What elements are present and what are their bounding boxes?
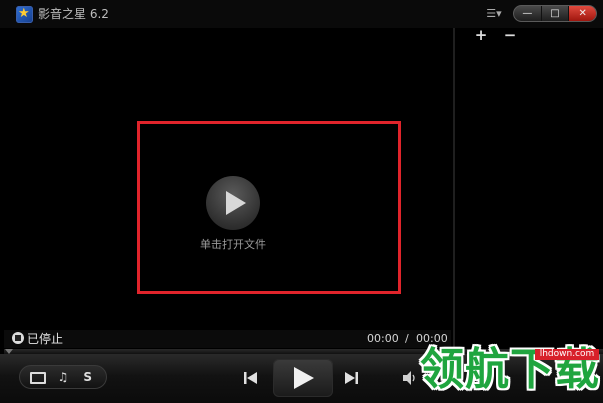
playlist-panel[interactable] [455,28,603,350]
highlight-box [137,121,401,294]
time-current: 00:00 [367,332,399,345]
previous-track-icon[interactable] [241,368,261,388]
subtitle-toggle[interactable]: S [78,368,98,386]
app-logo-icon: ★ [16,6,33,23]
screen-toggle-icon[interactable] [28,368,48,386]
time-separator: / [405,332,409,345]
app-title: 影音之星 6.2 [38,7,109,21]
window-controls: — □ ✕ [513,5,597,22]
stop-status-icon [12,332,24,344]
watermark-site: lhdown.com [535,349,599,360]
close-button[interactable]: ✕ [569,6,597,21]
remove-from-playlist-button[interactable]: − [503,27,517,43]
add-to-playlist-button[interactable]: + [474,27,488,43]
playback-status: 已停止 [27,332,64,346]
music-note-icon[interactable]: ♫ [53,368,73,386]
minimize-button[interactable]: — [514,6,542,21]
view-toggle-group: ♫ S [19,365,107,389]
maximize-button[interactable]: □ [542,6,570,21]
next-track-icon[interactable] [341,368,361,388]
play-button[interactable] [273,359,333,397]
volume-icon[interactable] [400,368,420,388]
play-icon [294,367,314,389]
menu-list-icon[interactable]: ☰▾ [484,7,504,21]
